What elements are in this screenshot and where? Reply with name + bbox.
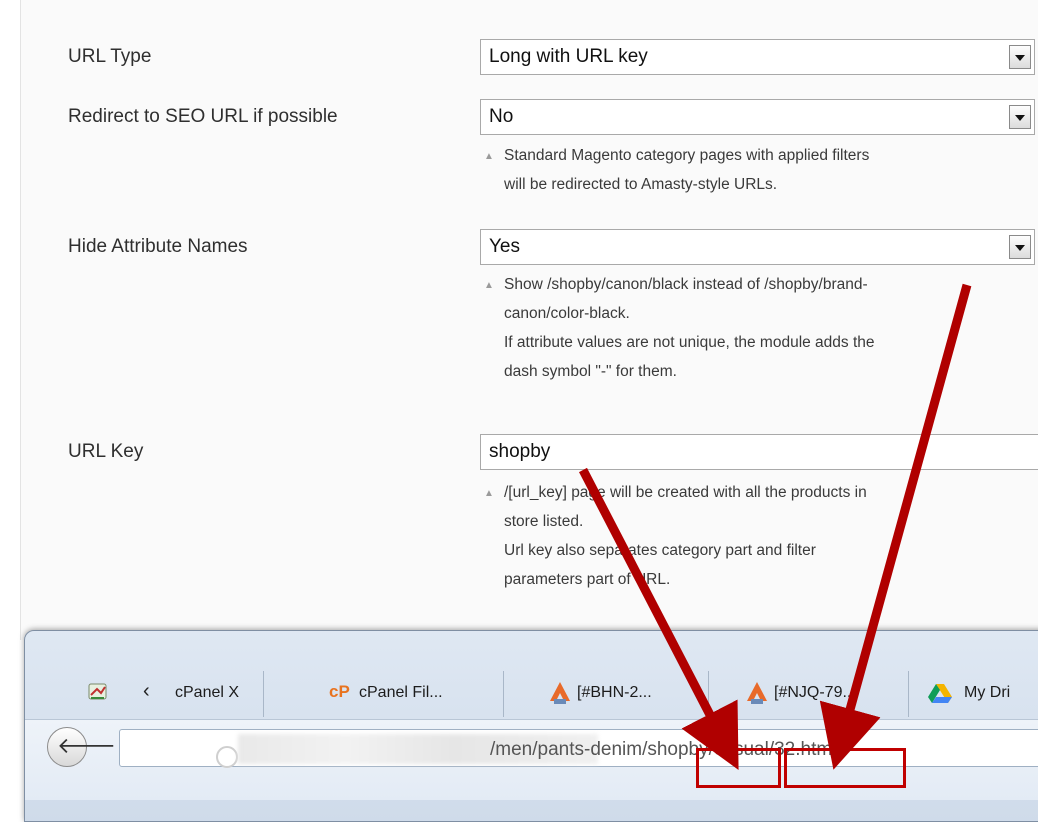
arrow-to-url-key [579,467,739,770]
arrow-to-url-filter [819,283,972,770]
annotation-arrows [579,283,972,770]
